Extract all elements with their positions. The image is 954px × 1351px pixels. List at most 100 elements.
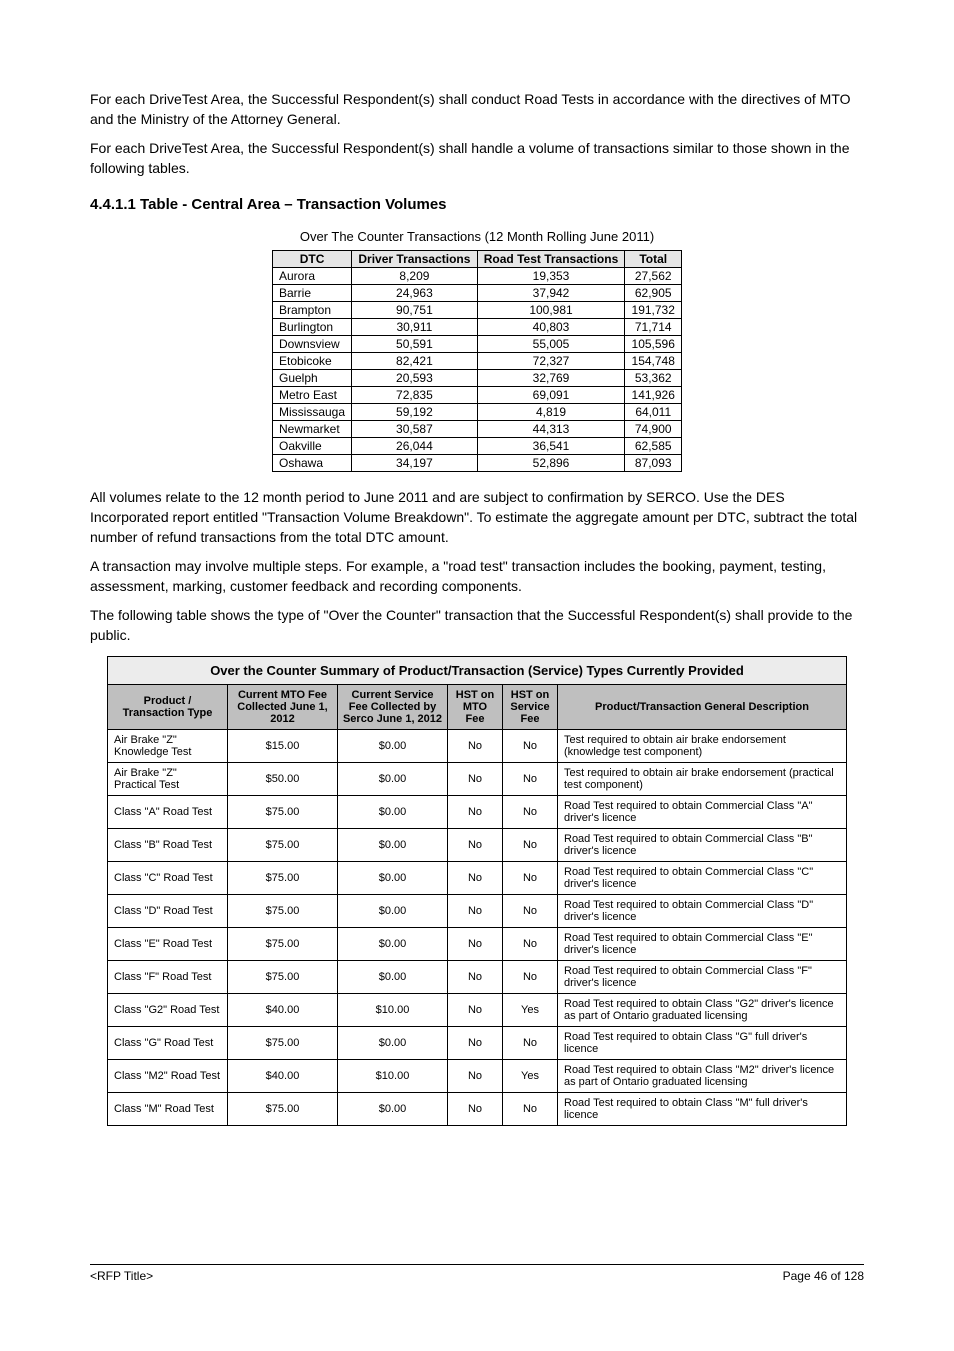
table-cell: No (503, 1026, 558, 1059)
table1-caption: Over The Counter Transactions (12 Month … (90, 229, 864, 244)
table-cell: $75.00 (228, 1026, 338, 1059)
table-cell: 105,596 (625, 336, 682, 353)
table-cell: Downsview (273, 336, 352, 353)
table-cell: No (448, 795, 503, 828)
table-row: Brampton90,751100,981191,732 (273, 302, 682, 319)
table-cell: Road Test required to obtain Commercial … (558, 927, 847, 960)
table-row: Oakville26,04436,54162,585 (273, 438, 682, 455)
table-cell: Aurora (273, 268, 352, 285)
table-cell: 154,748 (625, 353, 682, 370)
table1-th-1: Driver Transactions (352, 251, 477, 268)
table-cell: No (503, 1092, 558, 1125)
table-cell: $15.00 (228, 729, 338, 762)
table-cell: $75.00 (228, 927, 338, 960)
table-cell: $0.00 (338, 927, 448, 960)
table-cell: 50,591 (352, 336, 477, 353)
table-row: Metro East72,83569,091141,926 (273, 387, 682, 404)
table-cell: $50.00 (228, 762, 338, 795)
table-cell: 59,192 (352, 404, 477, 421)
table-row: Class "G" Road Test$75.00$0.00NoNoRoad T… (108, 1026, 847, 1059)
table-cell: 53,362 (625, 370, 682, 387)
table-row: Aurora8,20919,35327,562 (273, 268, 682, 285)
table-row: Downsview50,59155,005105,596 (273, 336, 682, 353)
table-cell: No (448, 861, 503, 894)
table2-th-0: Product / Transaction Type (108, 684, 228, 729)
table-cell: $75.00 (228, 828, 338, 861)
table-row: Class "G2" Road Test$40.00$10.00NoYesRoa… (108, 993, 847, 1026)
table-row: Barrie24,96337,94262,905 (273, 285, 682, 302)
table-cell: 26,044 (352, 438, 477, 455)
table-cell: $10.00 (338, 993, 448, 1026)
table-cell: Newmarket (273, 421, 352, 438)
table2-th-5: Product/Transaction General Description (558, 684, 847, 729)
table-cell: Test required to obtain air brake endors… (558, 729, 847, 762)
table-cell: No (503, 861, 558, 894)
table-cell: Road Test required to obtain Class "G2" … (558, 993, 847, 1026)
table-cell: 64,011 (625, 404, 682, 421)
table-cell: 27,562 (625, 268, 682, 285)
table-cell: 62,905 (625, 285, 682, 302)
table-cell: No (448, 960, 503, 993)
table-cell: No (448, 993, 503, 1026)
intro-paragraph-1: For each DriveTest Area, the Successful … (90, 90, 864, 129)
table-cell: $0.00 (338, 1026, 448, 1059)
intro-paragraph-2: For each DriveTest Area, the Successful … (90, 139, 864, 178)
table-cell: Class "G2" Road Test (108, 993, 228, 1026)
table-transaction-volumes: DTC Driver Transactions Road Test Transa… (272, 250, 682, 472)
table-row: Class "M2" Road Test$40.00$10.00NoYesRoa… (108, 1059, 847, 1092)
table-row: Mississauga59,1924,81964,011 (273, 404, 682, 421)
table-cell: No (503, 894, 558, 927)
table-cell: 20,593 (352, 370, 477, 387)
table-cell: $0.00 (338, 762, 448, 795)
table-cell: No (503, 927, 558, 960)
table-cell: 55,005 (477, 336, 625, 353)
table-cell: No (503, 960, 558, 993)
table-cell: 44,313 (477, 421, 625, 438)
table-cell: $0.00 (338, 1092, 448, 1125)
table-cell: Test required to obtain air brake endors… (558, 762, 847, 795)
table-cell: $0.00 (338, 894, 448, 927)
table-cell: Burlington (273, 319, 352, 336)
table-cell: Class "G" Road Test (108, 1026, 228, 1059)
table-cell: $0.00 (338, 861, 448, 894)
table-cell: Class "C" Road Test (108, 861, 228, 894)
table-cell: Barrie (273, 285, 352, 302)
table-cell: Metro East (273, 387, 352, 404)
table-cell: Road Test required to obtain Commercial … (558, 795, 847, 828)
table-cell: No (503, 795, 558, 828)
table-row: Etobicoke82,42172,327154,748 (273, 353, 682, 370)
table-cell: No (448, 894, 503, 927)
table-cell: Etobicoke (273, 353, 352, 370)
table-cell: Oakville (273, 438, 352, 455)
table-cell: 8,209 (352, 268, 477, 285)
table-cell: No (448, 1092, 503, 1125)
table-cell: 82,421 (352, 353, 477, 370)
table-cell: $75.00 (228, 1092, 338, 1125)
table1-th-3: Total (625, 251, 682, 268)
table-row: Air Brake "Z" Practical Test$50.00$0.00N… (108, 762, 847, 795)
table-cell: No (503, 828, 558, 861)
table2-title: Over the Counter Summary of Product/Tran… (108, 656, 847, 684)
table-cell: Class "D" Road Test (108, 894, 228, 927)
table-cell: 74,900 (625, 421, 682, 438)
table-cell: $75.00 (228, 795, 338, 828)
table-cell: No (503, 762, 558, 795)
table2-th-4: HST on Service Fee (503, 684, 558, 729)
table-cell: 30,587 (352, 421, 477, 438)
table-cell: $0.00 (338, 795, 448, 828)
table-cell: Yes (503, 1059, 558, 1092)
table-row: Class "D" Road Test$75.00$0.00NoNoRoad T… (108, 894, 847, 927)
table1-th-2: Road Test Transactions (477, 251, 625, 268)
table-cell: $0.00 (338, 960, 448, 993)
table-row: Newmarket30,58744,31374,900 (273, 421, 682, 438)
table-cell: $75.00 (228, 861, 338, 894)
table-row: Class "F" Road Test$75.00$0.00NoNoRoad T… (108, 960, 847, 993)
table-cell: Road Test required to obtain Class "M" f… (558, 1092, 847, 1125)
table-row: Class "C" Road Test$75.00$0.00NoNoRoad T… (108, 861, 847, 894)
table-cell: $0.00 (338, 828, 448, 861)
table-cell: No (503, 729, 558, 762)
table-cell: No (448, 1026, 503, 1059)
table-row: Class "A" Road Test$75.00$0.00NoNoRoad T… (108, 795, 847, 828)
table-cell: Road Test required to obtain Commercial … (558, 960, 847, 993)
table-cell: 87,093 (625, 455, 682, 472)
